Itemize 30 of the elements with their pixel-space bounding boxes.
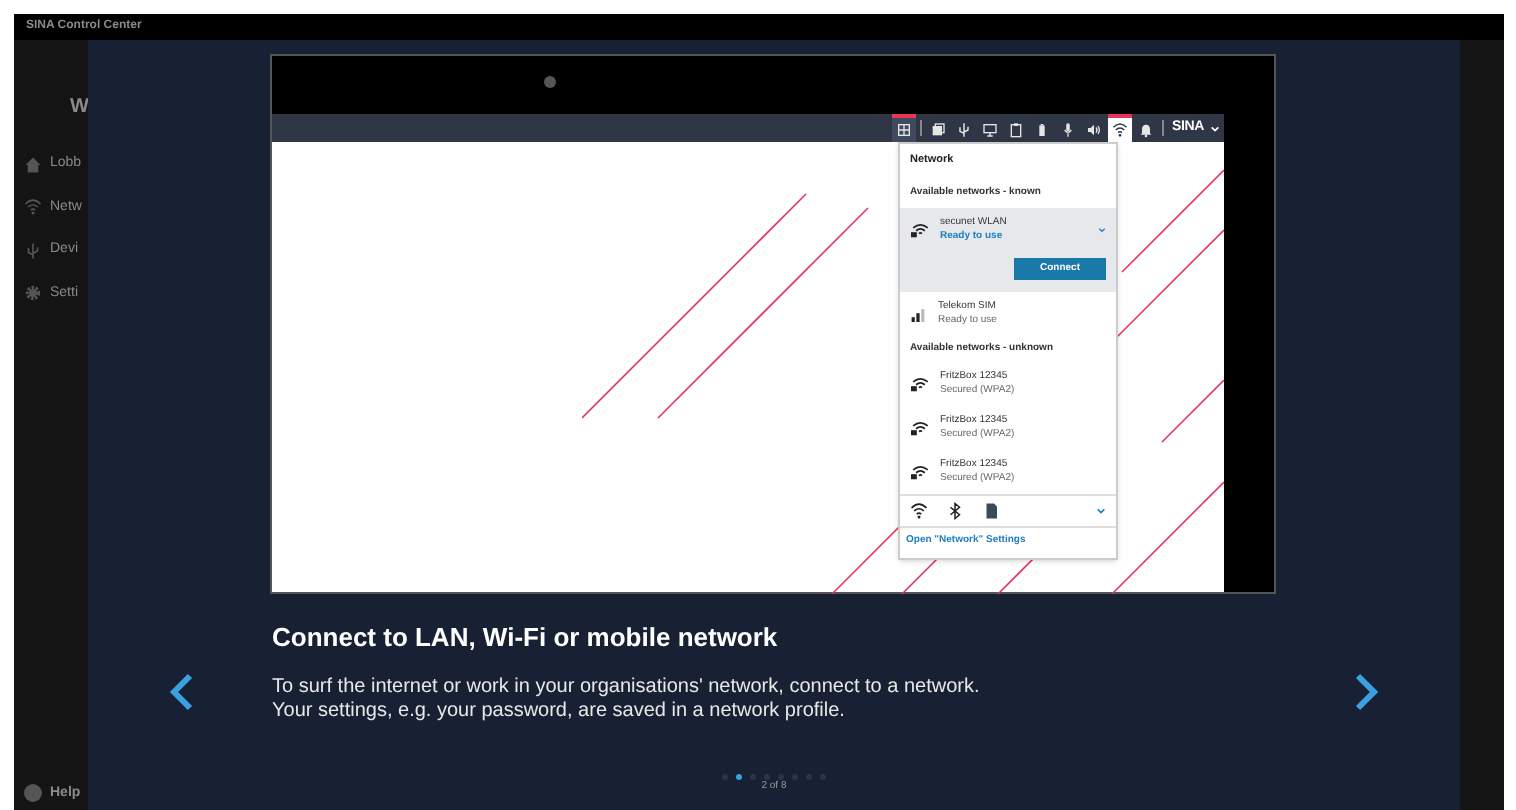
sim-card-icon[interactable] [982, 502, 1000, 521]
caret-icon[interactable] [1210, 123, 1220, 133]
wifi-icon [1111, 122, 1128, 138]
gear-icon[interactable] [24, 284, 42, 303]
taskbar-button[interactable] [1107, 114, 1132, 142]
chevron-down-icon[interactable] [1096, 506, 1106, 517]
wifi-icon[interactable] [910, 502, 928, 521]
usb-icon [955, 122, 972, 138]
monitor-icon [981, 122, 998, 138]
battery-icon [1033, 122, 1050, 138]
grid-icon [895, 122, 912, 138]
usb-icon[interactable] [24, 241, 42, 260]
locked-wifi-icon [910, 464, 928, 481]
windows-icon [929, 122, 946, 138]
locked-wifi-icon [910, 420, 928, 437]
taskbar-button[interactable] [891, 114, 916, 142]
help-icon[interactable] [24, 784, 42, 803]
home-icon[interactable] [24, 155, 42, 174]
description-text: To surf the internet or work in your organisations' network, connect to a network. [272, 675, 980, 699]
description-text: Your settings, e.g. your password, are saved in a network profile. [272, 699, 845, 723]
locked-wifi-icon [910, 221, 928, 238]
bell-icon [1137, 122, 1154, 138]
bluetooth-icon[interactable] [946, 502, 964, 521]
signal-bars-icon [910, 305, 926, 322]
camera-icon [544, 76, 556, 88]
locked-wifi-icon [910, 376, 928, 393]
microphone-icon [1059, 122, 1076, 138]
speaker-icon [1085, 122, 1102, 138]
slide-title: Connect to LAN, Wi-Fi or mobile network [272, 620, 780, 656]
clipboard-icon [1007, 122, 1024, 138]
